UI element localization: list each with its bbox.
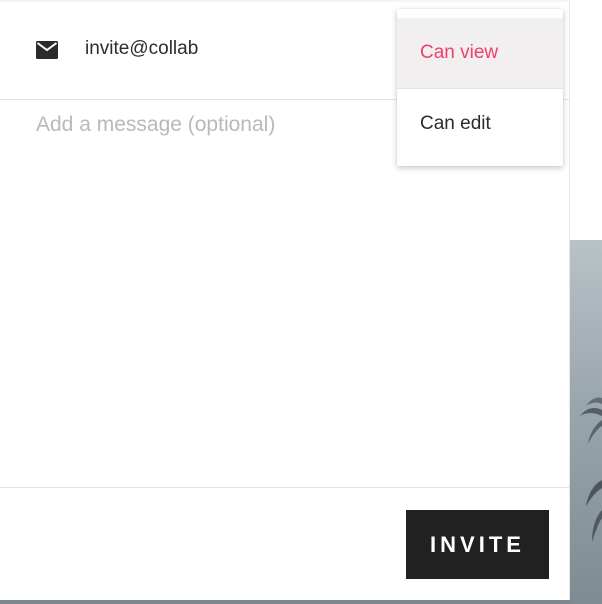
dialog-bottom-edge xyxy=(0,600,572,604)
email-input[interactable] xyxy=(85,38,385,60)
palm-tree-silhouette-lower xyxy=(586,480,602,542)
dialog-footer: INVITE xyxy=(0,487,570,600)
mail-icon xyxy=(36,41,58,59)
permission-dropdown-menu: Can view Can edit xyxy=(397,9,563,166)
background-photo xyxy=(570,240,602,604)
background-gap xyxy=(570,148,602,240)
menu-item-can-edit[interactable]: Can edit xyxy=(397,88,563,158)
invite-button[interactable]: INVITE xyxy=(406,510,549,579)
menu-item-can-view[interactable]: Can view xyxy=(397,18,563,88)
message-placeholder: Add a message (optional) xyxy=(36,113,276,136)
palm-tree-silhouette xyxy=(580,397,602,444)
